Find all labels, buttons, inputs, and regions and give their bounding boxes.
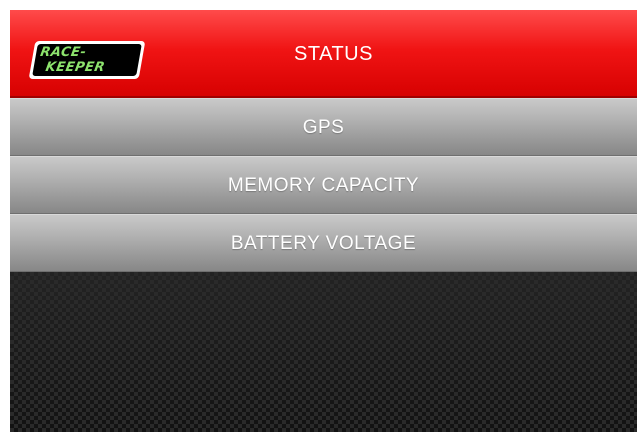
device-screen: RACE- KEEPER STATUS GPS MEMORY CAPACITY … (10, 10, 637, 432)
header-bar: RACE- KEEPER STATUS (10, 10, 637, 98)
menu-item-memory-capacity[interactable]: MEMORY CAPACITY (10, 156, 637, 214)
menu-item-gps[interactable]: GPS (10, 98, 637, 156)
menu-item-battery-voltage[interactable]: BATTERY VOLTAGE (10, 214, 637, 272)
status-menu: GPS MEMORY CAPACITY BATTERY VOLTAGE (10, 98, 637, 272)
carbon-fiber-background (10, 272, 637, 432)
page-title: STATUS (294, 43, 373, 65)
